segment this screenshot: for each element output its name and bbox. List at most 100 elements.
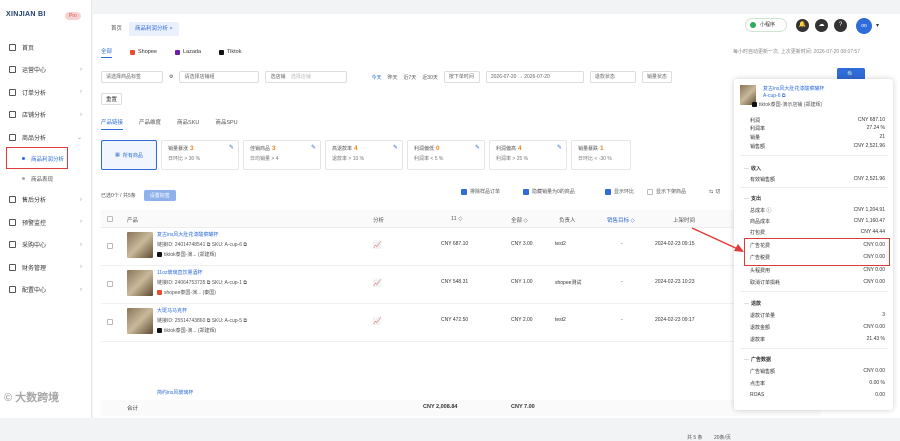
col-target[interactable]: 销售目标 ◇ [607, 216, 635, 224]
card-filter[interactable]: 高退款率 4 退款率 > 10 % ✎ [325, 140, 403, 170]
col-11[interactable]: 11 ◇ [451, 216, 462, 222]
row-checkbox[interactable] [107, 319, 113, 325]
section-ad: 广告数据 [744, 356, 771, 363]
sidebar-item-config[interactable]: 配置中心 › [0, 279, 92, 302]
shop-group-select[interactable]: 请选择店铺组 [179, 71, 260, 83]
sidebar-item-stores[interactable]: 店铺分析 › [0, 104, 92, 127]
show-delisted-checkbox[interactable]: 显示下架商品 [647, 188, 686, 195]
sidebar-item-alerts[interactable]: 预警监控 › [0, 211, 92, 234]
card-filter[interactable]: 利润偏低 0 利润率 < 5 % ✎ [407, 140, 485, 170]
popup-product-name[interactable]: 复古ins风大肚花漆酸菜罐杯 [763, 85, 889, 92]
cloud-icon[interactable]: ☁ [815, 19, 828, 32]
sidebar-item-purchase[interactable]: 采购中心 › [0, 234, 92, 257]
switch-label: 切 [715, 189, 721, 195]
alert-icon [9, 218, 16, 226]
tab-product-sku[interactable]: 商品SKU [177, 118, 199, 130]
sidebar-item-home[interactable]: 首页 [0, 36, 92, 59]
row-checkbox[interactable] [107, 243, 113, 249]
tab-product-dimension[interactable]: 产品维度 [139, 118, 161, 130]
product-shop: tiktok泰国-演... (郑建辉) [157, 251, 216, 258]
help-icon[interactable]: ? [834, 19, 847, 32]
sales-status-select[interactable]: 销量状态 [641, 71, 672, 83]
date-today[interactable]: 今天 [371, 74, 381, 81]
col-all[interactable]: 全部 ◇ [511, 216, 528, 224]
card-filter[interactable]: 销量暴涨 3 日环比 > 30 % ✎ [161, 140, 239, 170]
shop-label: tiktok泰国-演... (郑建辉) [164, 252, 217, 258]
card-filter[interactable]: 利润偏高 4 利润率 > 25 % ✎ [489, 140, 567, 170]
select-all-checkbox[interactable] [107, 216, 113, 222]
edit-icon[interactable]: ✎ [393, 144, 398, 151]
mini-program-button[interactable]: 小程序 [745, 18, 787, 32]
card-filter[interactable]: 佳销商品 3 日均销量 > 4 ✎ [243, 140, 321, 170]
trend-chart-icon[interactable]: 📈 [373, 317, 382, 325]
checkbox-icon [523, 188, 529, 195]
tab-home[interactable]: 首页 [105, 22, 128, 36]
date-last7[interactable]: 近7天 [404, 74, 417, 81]
sidebar-item-goods[interactable]: 商品分析 ⌄ [0, 126, 92, 149]
tab-tiktok[interactable]: Tiktok [219, 46, 242, 58]
watermark: © 大数跨境 [4, 392, 60, 404]
chevron-right-icon: › [80, 196, 82, 203]
product-name[interactable]: 大斑马马克杯 [157, 307, 187, 314]
sidebar-subitem-performance[interactable]: 商品表现 [0, 169, 92, 189]
tab-lazada[interactable]: Lazada [174, 46, 201, 58]
trend-chart-icon[interactable]: 📈 [373, 279, 382, 287]
tab-label: Tiktok [227, 49, 242, 55]
date-yesterday[interactable]: 昨天 [388, 74, 398, 81]
chevron-right-icon: › [80, 219, 82, 225]
exclude-sample-checkbox[interactable]: 排除样品订单 [461, 188, 500, 195]
tab-profit-analysis[interactable]: 商品利润分析 × [129, 22, 179, 36]
product-image [127, 232, 153, 258]
sidebar-item-aftersale[interactable]: 售后分析 › [0, 189, 92, 212]
hide-zero-checkbox[interactable]: 隐藏销量为0的商品 [523, 188, 575, 195]
sidebar-item-label: 首页 [22, 45, 35, 52]
show-mom-checkbox[interactable]: 显示环比 [605, 188, 634, 195]
total-row: 合计 CNY 2,008.84 CNY 7.00 [101, 400, 821, 416]
total-cost: CNY 7.00 [511, 404, 535, 410]
trend-chart-icon[interactable]: 📈 [373, 241, 382, 249]
gear-icon[interactable]: ⚙ [169, 74, 173, 80]
avatar[interactable]: oo [856, 18, 872, 34]
popup-sku: A-cup-6 ⧉ [763, 93, 786, 99]
card-filter[interactable]: 销量暴跌 1 日环比 < -30 % [571, 140, 631, 170]
sidebar-item-finance[interactable]: 财务管理 › [0, 256, 92, 279]
store-select[interactable]: 选店铺 选择店铺 [265, 71, 348, 83]
list-toolbar: 已选0个 / 共5条 设置标签 排除样品订单 隐藏销量为0的商品 显示环比 显示… [101, 188, 821, 202]
time-type-select[interactable]: 按下单时间 [443, 71, 480, 83]
row-checkbox[interactable] [107, 281, 113, 287]
set-tag-button[interactable]: 设置标签 [143, 189, 176, 201]
switch-view-button[interactable]: ⇆ 切 [709, 188, 721, 196]
page-size-select[interactable]: 20条/页 [714, 435, 731, 441]
tab-shopee[interactable]: Shopee [130, 46, 157, 58]
chevron-down-icon[interactable]: ▾ [876, 22, 879, 29]
sidebar-item-label: 商品分析 [22, 135, 47, 142]
date-from: 2026-07-20 [490, 74, 517, 80]
date-last30[interactable]: 近30天 [422, 74, 438, 81]
partial-row-name[interactable]: 简约ins风玻璃杯 [157, 389, 193, 396]
chevron-right-icon: › [80, 111, 82, 118]
tiktok-icon [219, 49, 225, 55]
date-range-input[interactable]: 2026-07-20 → 2026-07-20 [485, 71, 584, 83]
checkbox-label: 显示环比 [614, 189, 635, 195]
edit-icon[interactable]: ✎ [311, 144, 316, 151]
product-tag-select[interactable]: 请选择商品标签 [101, 71, 163, 83]
reset-button[interactable]: 重置 [101, 93, 123, 105]
product-name[interactable]: 11oz玻璃直饮量酒杯 [157, 269, 202, 276]
product-name[interactable]: 复古ins风大肚花漆酸菜罐杯 [157, 231, 218, 238]
total-count: 共 5 条 [687, 435, 703, 441]
edit-icon[interactable]: ✎ [229, 144, 234, 151]
metric-label: 商品成本 [750, 219, 771, 225]
edit-icon[interactable]: ✎ [475, 144, 480, 151]
tab-product-spu[interactable]: 商品SPU [215, 118, 237, 130]
tab-product-link[interactable]: 产品链接 [101, 118, 124, 130]
tab-all[interactable]: 全部 [101, 46, 113, 58]
bell-icon[interactable]: 🔔 [796, 19, 809, 32]
tiktok-icon [752, 102, 757, 108]
sidebar-item-orders[interactable]: 订单分析 › [0, 81, 92, 104]
card-all-products[interactable]: ▦ 所有商品 [101, 140, 157, 170]
metric-value: CNY 687.10 [857, 117, 885, 123]
return-status-select[interactable]: 退款状态 [589, 71, 636, 83]
edit-icon[interactable]: ✎ [557, 144, 562, 151]
sidebar-item-operations[interactable]: 运营中心 › [0, 59, 92, 82]
total-profit: CNY 2,008.84 [423, 404, 458, 410]
